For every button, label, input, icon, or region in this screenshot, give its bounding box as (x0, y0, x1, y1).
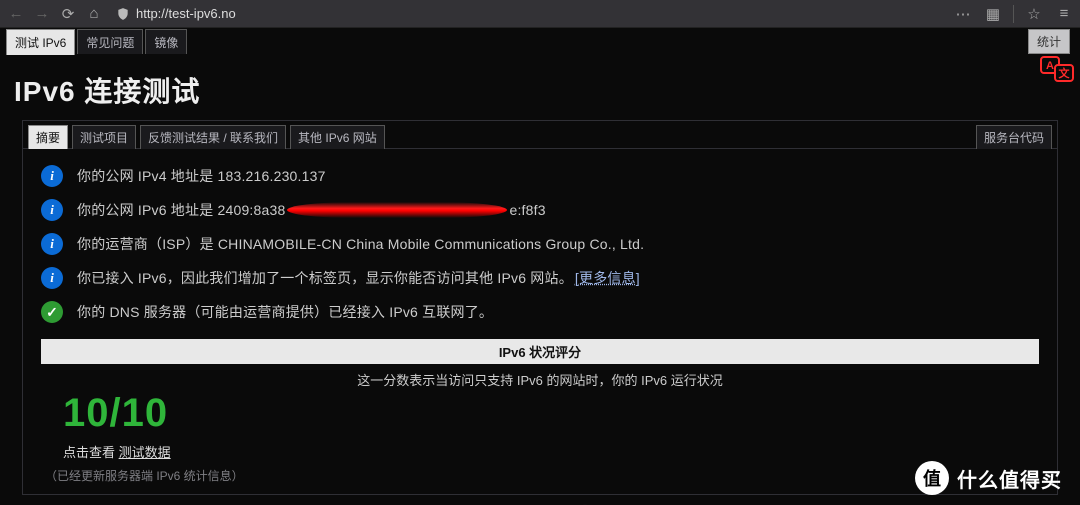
separator (1013, 5, 1014, 23)
updated-note: （已经更新服务器端 IPv6 统计信息） (45, 467, 1057, 484)
svg-text:A: A (1046, 60, 1054, 72)
svg-text:文: 文 (1059, 66, 1071, 80)
subtab-summary[interactable]: 摘要 (28, 125, 68, 149)
subtab-helpdesk-code[interactable]: 服务台代码 (976, 125, 1052, 149)
more-info-link[interactable]: [更多信息] (575, 270, 640, 286)
info-icon: i (41, 233, 63, 255)
score-subtitle: 这一分数表示当访问只支持 IPv6 的网站时，你的 IPv6 运行状况 (23, 370, 1057, 389)
result-row-ipv6: i 你的公网 IPv6 地址是 2409:8a38e:f8f3 (41, 193, 1039, 227)
result-text: 你的 DNS 服务器（可能由运营商提供）已经接入 IPv6 互联网了。 (77, 302, 493, 322)
content-panel: 摘要 测试项目 反馈测试结果 / 联系我们 其他 IPv6 网站 服务台代码 i… (22, 120, 1058, 495)
sub-tab-strip: 摘要 测试项目 反馈测试结果 / 联系我们 其他 IPv6 网站 服务台代码 (23, 121, 1057, 149)
tab-mirror[interactable]: 镜像 (145, 29, 187, 55)
watermark: 值 什么值得买 (915, 461, 1062, 495)
info-icon: i (41, 199, 63, 221)
home-button[interactable]: ⌂ (84, 4, 104, 24)
score-value: 10/10 (63, 391, 1057, 436)
result-text: 你的公网 IPv6 地址是 2409:8a38e:f8f3 (77, 200, 546, 220)
reload-button[interactable]: ⟳ (58, 4, 78, 24)
top-tab-strip: 测试 IPv6 常见问题 镜像 统计 (0, 28, 1080, 54)
check-icon: ✓ (41, 301, 63, 323)
language-badge-icon[interactable]: A 文 (1040, 56, 1076, 84)
back-button[interactable]: ← (6, 4, 26, 24)
score-bar-title: IPv6 状况评分 (41, 339, 1039, 364)
subtab-tests[interactable]: 测试项目 (72, 125, 136, 149)
page-body: A 文 IPv6 连接测试 摘要 测试项目 反馈测试结果 / 联系我们 其他 I… (0, 54, 1080, 505)
tab-faq[interactable]: 常见问题 (77, 29, 143, 55)
shield-icon (116, 7, 130, 21)
forward-button[interactable]: → (32, 4, 52, 24)
result-row-ipv4: i 你的公网 IPv4 地址是 183.216.230.137 (41, 159, 1039, 193)
footer: AVAILO 此镜像的提供者是 Availo AS (14, 499, 1066, 505)
stats-button[interactable]: 统计 (1028, 29, 1070, 54)
watermark-text: 什么值得买 (957, 464, 1062, 493)
subtab-feedback[interactable]: 反馈测试结果 / 联系我们 (140, 125, 286, 149)
info-icon: i (41, 267, 63, 289)
browser-toolbar: ← → ⟳ ⌂ http://test-ipv6.no ⋯ ▦ ☆ ≡ (0, 0, 1080, 28)
url-text: http://test-ipv6.no (136, 6, 236, 21)
address-bar[interactable]: http://test-ipv6.no (110, 3, 947, 25)
info-icon: i (41, 165, 63, 187)
page-title: IPv6 连接测试 (14, 70, 1066, 110)
result-text: 你已接入 IPv6，因此我们增加了一个标签页，显示你能否访问其他 IPv6 网站… (77, 268, 640, 288)
hamburger-icon[interactable]: ≡ (1054, 4, 1074, 24)
redacted-scribble (287, 202, 507, 218)
subtab-other-sites[interactable]: 其他 IPv6 网站 (290, 125, 385, 149)
result-text: 你的公网 IPv4 地址是 183.216.230.137 (77, 166, 326, 186)
watermark-circle-icon: 值 (915, 461, 949, 495)
result-row-ipv6-tab: i 你已接入 IPv6，因此我们增加了一个标签页，显示你能否访问其他 IPv6 … (41, 261, 1039, 295)
result-row-dns: ✓ 你的 DNS 服务器（可能由运营商提供）已经接入 IPv6 互联网了。 (41, 295, 1039, 329)
test-data-link[interactable]: 测试数据 (119, 445, 171, 460)
click-to-view-line: 点击查看 测试数据 (63, 442, 1057, 461)
results-list: i 你的公网 IPv4 地址是 183.216.230.137 i 你的公网 I… (23, 149, 1057, 331)
result-row-isp: i 你的运营商（ISP）是 CHINAMOBILE-CN China Mobil… (41, 227, 1039, 261)
tab-test-ipv6[interactable]: 测试 IPv6 (6, 29, 75, 55)
menu-button[interactable]: ⋯ (953, 4, 973, 24)
result-text: 你的运营商（ISP）是 CHINAMOBILE-CN China Mobile … (77, 234, 644, 254)
bookmark-star-icon[interactable]: ☆ (1024, 4, 1044, 24)
brand-shadow-text: AVAILO (14, 499, 1066, 505)
apps-icon[interactable]: ▦ (983, 4, 1003, 24)
